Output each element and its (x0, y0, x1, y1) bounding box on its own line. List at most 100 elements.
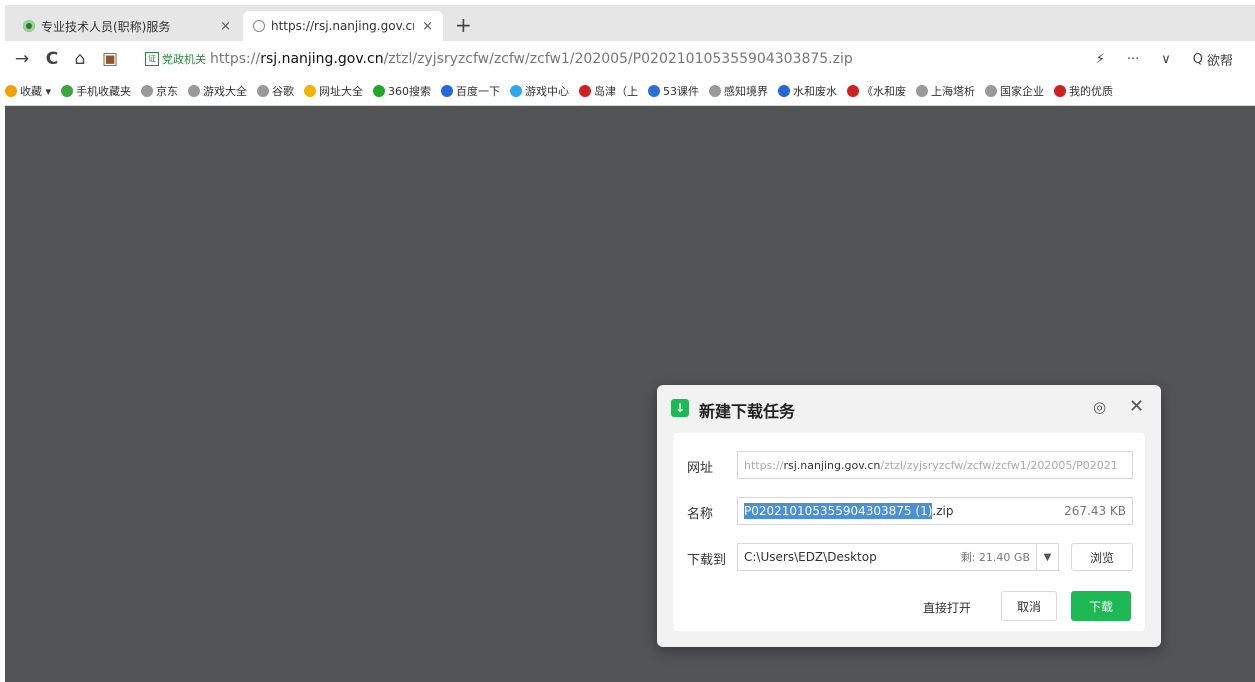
bookmark-icon (141, 85, 154, 97)
bookmark-label: 《水和废 (862, 85, 907, 98)
new-download-dialog: ↓ 新建下载任务 ◎ ✕ 网址 https://rsj.nanjing.gov.… (657, 385, 1161, 647)
bookmark-icon (257, 85, 270, 97)
bookmark-label: 游戏中心 (525, 85, 570, 98)
url-path: /ztzl/zyjsryzcfw/zcfw/zcfw1/202005/P0202… (383, 51, 853, 67)
bookmark-item[interactable]: 53课件 (648, 83, 699, 99)
url-host: rsj.nanjing.gov.cn (260, 51, 384, 67)
chevron-down-icon[interactable]: ∨ (1161, 52, 1171, 67)
bookmark-icon (847, 85, 860, 97)
extension-icon[interactable]: ▣ (99, 47, 121, 71)
bookmark-label: 53课件 (663, 85, 700, 98)
bookmark-icon (373, 85, 386, 97)
bookmark-icon (778, 85, 791, 97)
bookmark-item[interactable]: 《水和废 (847, 83, 906, 99)
download-app-icon: ↓ (671, 399, 689, 417)
bookmark-item[interactable]: 京东 (141, 83, 178, 99)
bookmark-icon (579, 85, 592, 97)
globe-favicon-icon (253, 20, 265, 32)
bookmark-item[interactable]: 谷歌 (257, 83, 294, 99)
filename-selected: P020210105355904303875 (1) (744, 503, 933, 519)
bookmark-icon (985, 85, 998, 97)
close-tab-icon[interactable]: × (422, 19, 433, 34)
bookmark-item[interactable]: 游戏中心 (510, 83, 569, 99)
bookmark-item[interactable]: 收藏 ▾ (5, 83, 51, 99)
bookmark-item[interactable]: 手机收藏夹 (61, 83, 131, 99)
bookmark-label: 游戏大全 (203, 85, 248, 98)
bookmark-item[interactable]: 百度一下 (441, 83, 500, 99)
download-button[interactable]: 下载 (1071, 591, 1131, 621)
bookmark-label: 我的优质 (1069, 85, 1114, 98)
filename-input[interactable]: P020210105355904303875 (1) .zip 267.43 KB (737, 497, 1133, 525)
tab-title: 专业技术人员(职称)服务 (41, 19, 171, 34)
bookmark-item[interactable]: 上海塔析 (916, 83, 975, 99)
name-label: 名称 (687, 507, 714, 522)
lightning-icon[interactable]: ⚡ (1096, 52, 1105, 67)
save-to-label: 下载到 (687, 553, 727, 568)
bookmark-label: 谷歌 (272, 85, 295, 98)
site-favicon-icon (23, 20, 35, 32)
close-tab-icon[interactable]: × (220, 19, 231, 34)
search-box[interactable]: 欲帮 (1207, 50, 1233, 69)
dialog-title: 新建下载任务 (699, 402, 796, 421)
bookmark-icon (188, 85, 201, 97)
open-directly-button[interactable]: 直接打开 (923, 599, 971, 616)
bookmark-icon (916, 85, 929, 97)
toolbar-right: ⚡ ··· ∨ Q 欲帮 (1096, 47, 1255, 71)
bookmark-label: 京东 (156, 85, 179, 98)
tab-professional-service[interactable]: 专业技术人员(职称)服务 × (13, 11, 241, 41)
address-bar[interactable]: 证 党政机关 https://rsj.nanjing.gov.cn/ztzl/z… (145, 47, 1045, 71)
navigation-bar: → C ⌂ ▣ 证 党政机关 https://rsj.nanjing.gov.c… (5, 41, 1255, 77)
bookmark-label: 百度一下 (456, 85, 501, 98)
bookmark-icon (648, 85, 661, 97)
bookmark-item[interactable]: 网址大全 (304, 83, 363, 99)
close-icon[interactable]: ✕ (1129, 396, 1144, 417)
forward-icon[interactable]: → (11, 47, 33, 71)
search-icon[interactable]: Q (1193, 52, 1203, 67)
bookmark-item[interactable]: 游戏大全 (188, 83, 247, 99)
download-url-field[interactable]: https://rsj.nanjing.gov.cn/ztzl/zyjsryzc… (737, 451, 1133, 479)
more-icon[interactable]: ··· (1127, 52, 1139, 67)
tab-active-download[interactable]: https://rsj.nanjing.gov.cn/zt × (243, 11, 443, 41)
bookmark-item[interactable]: 水和废水 (778, 83, 837, 99)
bookmark-label: 感知境界 (724, 85, 769, 98)
tab-bar: 专业技术人员(职称)服务 × https://rsj.nanjing.gov.c… (5, 5, 1255, 41)
bookmark-item[interactable]: 感知境界 (709, 83, 768, 99)
bookmark-icon (61, 85, 74, 97)
url-label: 网址 (687, 461, 714, 476)
cancel-button[interactable]: 取消 (1001, 591, 1057, 621)
new-tab-button[interactable]: + (455, 13, 472, 37)
bookmark-label: 手机收藏夹 (76, 85, 132, 98)
bookmark-label: 国家企业 (1000, 85, 1045, 98)
bookmarks-bar: 收藏 ▾ 手机收藏夹 京东 游戏大全 谷歌 网址大全 360搜索 百度一下 游戏中心 岛津（上 53… (5, 77, 1255, 106)
tab-title: https://rsj.nanjing.gov.cn/zt (271, 19, 414, 33)
bookmark-label: 上海塔析 (931, 85, 976, 98)
gov-badge-icon: 证 (145, 52, 159, 66)
gov-badge-label: 党政机关 (162, 53, 206, 66)
bookmark-icon (709, 85, 722, 97)
save-path-field[interactable]: C:\Users\EDZ\Desktop 剩: 21.40 GB (737, 543, 1037, 571)
bookmark-label: 水和废水 (793, 85, 838, 98)
url-host: rsj.nanjing.gov.cn (783, 458, 881, 472)
url-path: /ztzl/zyjsryzcfw/zcfw/zcfw1/202005/P0202… (880, 458, 1118, 472)
bookmark-item[interactable]: 岛津（上 (579, 83, 638, 99)
bookmark-icon (1054, 85, 1067, 97)
reload-icon[interactable]: C (41, 47, 63, 71)
url-scheme: https:// (210, 51, 261, 67)
browser-window: 专业技术人员(职称)服务 × https://rsj.nanjing.gov.c… (5, 5, 1255, 682)
dialog-body: 网址 https://rsj.nanjing.gov.cn/ztzl/zyjsr… (673, 433, 1145, 631)
filename-extension: .zip (932, 504, 954, 518)
bookmark-icon (441, 85, 454, 97)
url-scheme: https:// (744, 458, 784, 472)
file-size: 267.43 KB (1064, 504, 1126, 518)
settings-icon[interactable]: ◎ (1093, 398, 1106, 416)
dialog-header: ↓ 新建下载任务 ◎ ✕ (657, 385, 1161, 431)
browse-button[interactable]: 浏览 (1071, 543, 1133, 571)
bookmark-item[interactable]: 国家企业 (985, 83, 1044, 99)
save-path: C:\Users\EDZ\Desktop (744, 550, 877, 564)
gov-badge: 证 党政机关 (145, 51, 206, 67)
bookmark-item[interactable]: 我的优质 (1054, 83, 1113, 99)
home-icon[interactable]: ⌂ (69, 47, 91, 71)
bookmark-item[interactable]: 360搜索 (373, 83, 431, 99)
path-dropdown-icon[interactable]: ▼ (1037, 543, 1059, 571)
free-space: 剩: 21.40 GB (960, 551, 1030, 564)
